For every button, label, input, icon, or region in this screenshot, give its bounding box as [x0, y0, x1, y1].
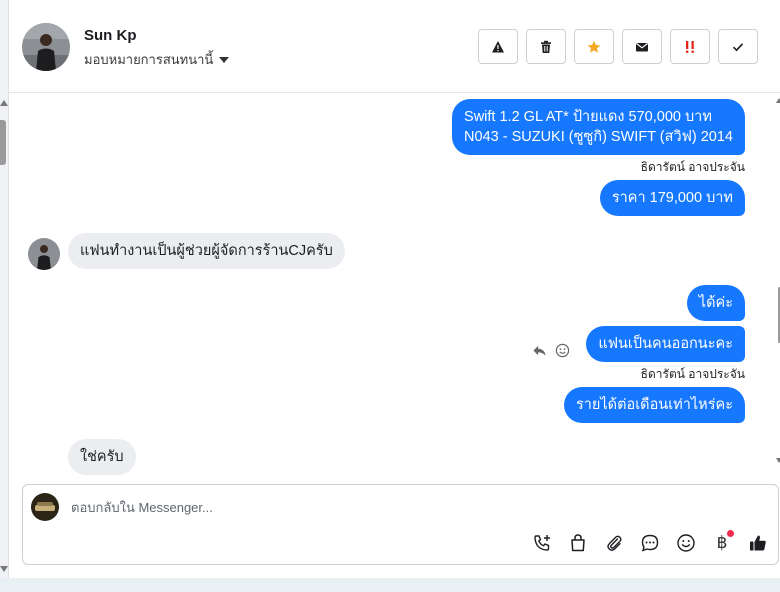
conversation-header: Sun Kp มอบหมายการสนทนานี้	[9, 0, 780, 93]
envelope-icon	[636, 42, 648, 51]
reply-input[interactable]	[71, 497, 671, 517]
page-avatar	[31, 493, 59, 521]
baht-icon: ฿	[716, 533, 728, 553]
add-call-icon	[534, 535, 550, 551]
contact-avatar-small[interactable]	[28, 238, 60, 270]
caret-down-icon	[219, 56, 230, 63]
warning-icon	[492, 40, 504, 52]
shop-button[interactable]	[564, 531, 592, 555]
spam-button[interactable]	[478, 29, 518, 64]
notification-dot	[727, 530, 734, 537]
check-icon	[732, 42, 744, 51]
mark-done-button[interactable]	[718, 29, 758, 64]
conversation-panel: Sun Kp มอบหมายการสนทนานี้ Swift 1.2 GL A…	[8, 0, 780, 578]
message-bubble-outgoing[interactable]: แฟนเป็นคนออกนะคะ	[586, 326, 745, 362]
message-bubble-outgoing[interactable]: ได้ค่ะ	[686, 285, 745, 321]
left-scroll-track[interactable]	[0, 0, 8, 578]
emoji-button[interactable]	[672, 531, 700, 555]
reply-icon[interactable]	[532, 343, 547, 358]
trash-icon	[541, 40, 551, 53]
chat-bubble-icon	[641, 534, 659, 552]
emoji-icon	[677, 534, 695, 552]
message-thread[interactable]: Swift 1.2 GL AT* ป้ายแดง 570,000 บาท N04…	[9, 92, 780, 477]
add-call-button[interactable]	[528, 531, 556, 555]
message-text: รายได้ต่อเดือนเท่าไหร่คะ	[575, 397, 733, 413]
message-bubble-incoming[interactable]: แฟนทำงานเป็นผู้ช่วยผู้จัดการร้านCJครับ	[68, 233, 345, 269]
star-icon	[587, 40, 601, 53]
message-text: แฟนเป็นคนออกนะคะ	[598, 336, 733, 352]
message-text: ใช่ครับ	[80, 449, 124, 465]
message-bubble-incoming[interactable]: ใช่ครับ	[68, 439, 136, 475]
message-actions	[532, 343, 570, 358]
message-bubble-outgoing[interactable]: Swift 1.2 GL AT* ป้ายแดง 570,000 บาท N04…	[452, 99, 745, 155]
message-bubble-outgoing[interactable]: รายได้ต่อเดือนเท่าไหร่คะ	[563, 387, 745, 423]
composer-toolbar: ฿	[528, 530, 772, 555]
react-emoji-icon[interactable]	[555, 343, 570, 358]
sender-name: ธิดารัตน์ อาจประจัน	[640, 367, 745, 381]
assign-conversation-dropdown[interactable]: มอบหมายการสนทนานี้	[84, 49, 230, 70]
message-line: Swift 1.2 GL AT* ป้ายแดง 570,000 บาท	[464, 109, 712, 125]
assign-label: มอบหมายการสนทนานี้	[84, 52, 214, 67]
like-button[interactable]	[744, 531, 772, 555]
scroll-up-arrow[interactable]	[0, 100, 8, 106]
contact-name[interactable]: Sun Kp	[84, 27, 137, 44]
message-line: N043 - SUZUKI (ซูซูกิ) SWIFT (สวิฟ) 2014	[464, 129, 733, 145]
urgent-icon	[686, 40, 694, 53]
message-text: แฟนทำงานเป็นผู้ช่วยผู้จัดการร้านCJครับ	[80, 243, 333, 259]
conversation-toolbar	[478, 29, 758, 64]
message-bubble-outgoing[interactable]: ราคา 179,000 บาท	[599, 180, 745, 216]
thread-scroll-down-arrow[interactable]	[776, 458, 780, 463]
delete-button[interactable]	[526, 29, 566, 64]
saved-replies-button[interactable]	[636, 531, 664, 555]
message-text: ราคา 179,000 บาท	[611, 190, 733, 206]
mark-unread-button[interactable]	[622, 29, 662, 64]
payment-button[interactable]: ฿	[708, 530, 736, 555]
follow-up-button[interactable]	[670, 29, 710, 64]
star-button[interactable]	[574, 29, 614, 64]
message-text: ได้ค่ะ	[698, 295, 733, 311]
attach-button[interactable]	[600, 531, 628, 555]
sender-name: ธิดารัตน์ อาจประจัน	[640, 160, 745, 174]
thumbs-up-icon	[750, 535, 766, 551]
scroll-down-arrow[interactable]	[0, 566, 8, 572]
paperclip-icon	[607, 535, 622, 551]
contact-avatar[interactable]	[22, 23, 70, 71]
thread-scroll-up-arrow[interactable]	[776, 98, 780, 103]
page-bottom-band	[0, 578, 780, 592]
shopping-bag-icon	[571, 534, 585, 552]
left-scroll-thumb[interactable]	[0, 120, 6, 165]
reply-composer: ฿	[22, 484, 779, 565]
